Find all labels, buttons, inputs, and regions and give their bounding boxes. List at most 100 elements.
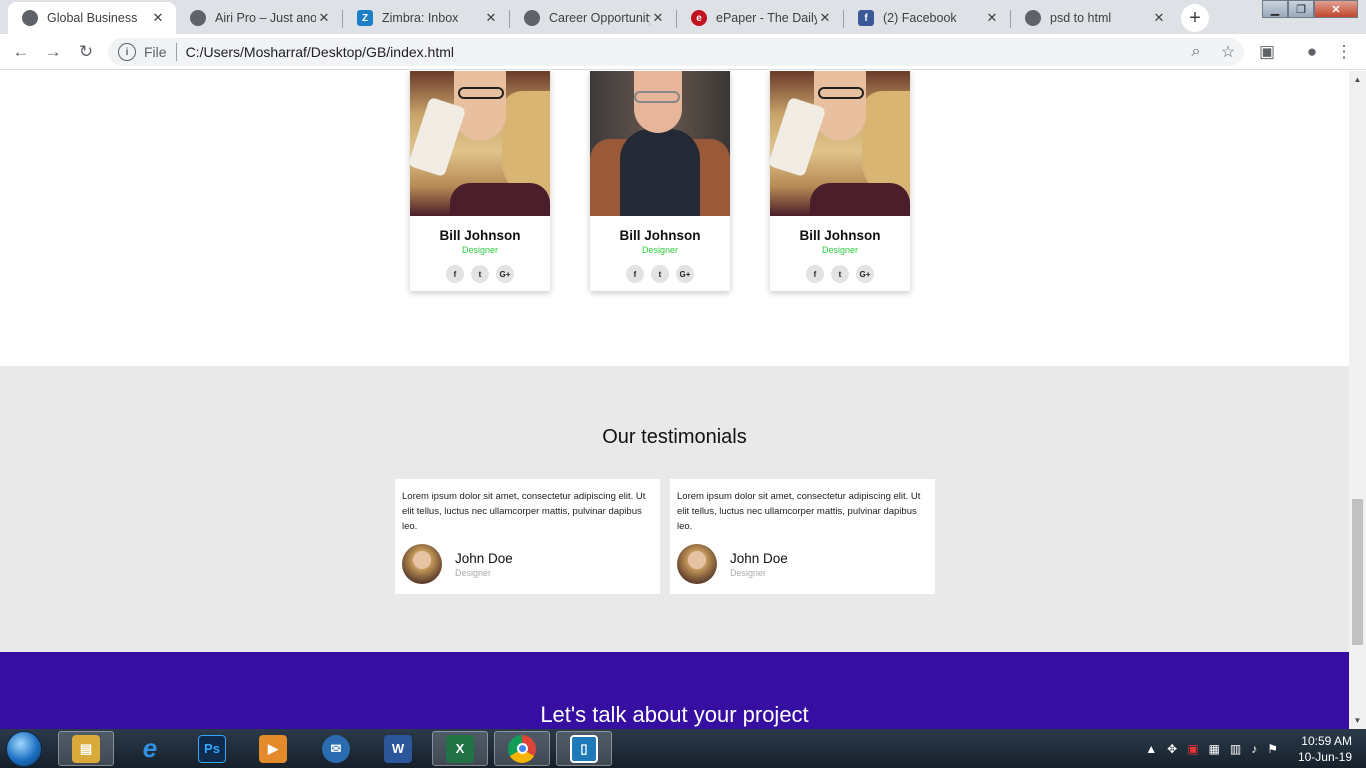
team-member-role: Designer: [641, 245, 679, 255]
twitter-icon[interactable]: t: [831, 265, 849, 283]
tab-airi-pro[interactable]: Airi Pro – Just anoth ✕: [176, 2, 342, 34]
globe-icon: [22, 10, 38, 26]
twitter-icon[interactable]: t: [651, 265, 669, 283]
twitter-icon[interactable]: t: [471, 265, 489, 283]
windows-explorer-icon[interactable]: ▤: [58, 731, 114, 766]
close-tab-icon[interactable]: ✕: [650, 10, 666, 26]
facebook-icon[interactable]: f: [626, 265, 644, 283]
page-scrollbar[interactable]: ▲ ▼: [1349, 71, 1366, 729]
window-controls: ▁ ❐ ✕: [1262, 0, 1358, 18]
avatar: [677, 544, 717, 584]
scrollbar-thumb[interactable]: [1352, 499, 1363, 645]
tab-psd-to-html[interactable]: psd to html ✕: [1011, 2, 1177, 34]
tab-title: psd to html: [1050, 11, 1112, 25]
photoshop-icon[interactable]: Ps: [184, 731, 240, 766]
tab-title: Global Business: [47, 11, 138, 25]
facebook-icon[interactable]: f: [806, 265, 824, 283]
close-tab-icon[interactable]: ✕: [984, 10, 1000, 26]
testimonial-author: John Doe Designer: [677, 544, 788, 584]
minimize-button[interactable]: ▁: [1262, 0, 1288, 18]
avatar: [402, 544, 442, 584]
back-arrow-icon[interactable]: ←: [9, 40, 33, 64]
forward-arrow-icon[interactable]: →: [41, 40, 65, 64]
tab-zimbra[interactable]: Z Zimbra: Inbox ✕: [343, 2, 509, 34]
social-links: f t G+: [410, 265, 550, 283]
zimbra-icon: Z: [357, 10, 373, 26]
epaper-icon: e: [691, 10, 707, 26]
globe-icon: [524, 10, 540, 26]
word-icon[interactable]: W: [370, 731, 426, 766]
team-card: Bill Johnson Designer f t G+: [410, 71, 550, 291]
reload-icon[interactable]: ↻: [74, 40, 98, 64]
action-center-flag-icon[interactable]: ⚑: [1267, 742, 1278, 756]
adobe-icon[interactable]: ▣: [1187, 742, 1198, 756]
facebook-icon[interactable]: f: [446, 265, 464, 283]
new-tab-button[interactable]: +: [1181, 4, 1209, 32]
team-member-role: Designer: [821, 245, 859, 255]
internet-explorer-icon[interactable]: e: [122, 731, 178, 766]
tab-title: ePaper - The Daily: [716, 11, 817, 25]
globe-icon: [190, 10, 206, 26]
testimonial-card: Lorem ipsum dolor sit amet, consectetur …: [395, 479, 660, 594]
close-tab-icon[interactable]: ✕: [483, 10, 499, 26]
cta-section: Let's talk about your project: [0, 652, 1349, 729]
testimonial-author: John Doe Designer: [402, 544, 513, 584]
testimonial-text: Lorem ipsum dolor sit amet, consectetur …: [402, 491, 646, 532]
chrome-icon[interactable]: [494, 731, 550, 766]
tab-title: (2) Facebook: [883, 11, 957, 25]
maximize-button[interactable]: ❐: [1288, 0, 1314, 18]
scroll-down-arrow-icon[interactable]: ▼: [1349, 712, 1366, 729]
team-photo: [590, 71, 730, 216]
excel-icon[interactable]: X: [432, 731, 488, 766]
url-text[interactable]: C:/Users/Mosharraf/Desktop/GB/index.html: [186, 44, 1180, 60]
google-plus-icon[interactable]: G+: [856, 265, 874, 283]
menu-kebab-icon[interactable]: ⋮: [1332, 40, 1356, 64]
author-role: Designer: [730, 567, 767, 578]
address-separator: [175, 43, 177, 61]
thunderbird-icon[interactable]: ✉: [308, 731, 364, 766]
pdf-extension-icon[interactable]: ▣: [1255, 40, 1279, 64]
network-icon[interactable]: ▦: [1209, 742, 1220, 756]
frame-app-icon[interactable]: ▯: [556, 731, 612, 766]
clock-date: 10-Jun-19: [1297, 750, 1352, 764]
close-tab-icon[interactable]: ✕: [1151, 10, 1167, 26]
media-player-icon[interactable]: ▶: [245, 731, 301, 766]
address-bar[interactable]: i File C:/Users/Mosharraf/Desktop/GB/ind…: [108, 38, 1244, 66]
author-name: John Doe: [730, 550, 788, 566]
tray-expand-icon[interactable]: ▲: [1145, 742, 1157, 756]
close-window-button[interactable]: ✕: [1314, 0, 1358, 18]
team-member-role: Designer: [461, 245, 499, 255]
tab-title: Career Opportunity: [549, 11, 650, 25]
social-links: f t G+: [590, 265, 730, 283]
scroll-up-arrow-icon[interactable]: ▲: [1349, 71, 1366, 88]
usb-icon[interactable]: ▥: [1230, 742, 1241, 756]
testimonial-text: Lorem ipsum dolor sit amet, consectetur …: [677, 491, 921, 532]
taskbar-clock[interactable]: 10:59 AM 10-Jun-19: [1282, 733, 1352, 765]
tab-epaper[interactable]: e ePaper - The Daily ✕: [677, 2, 843, 34]
start-button[interactable]: [6, 731, 42, 767]
volume-icon[interactable]: ♪: [1251, 742, 1257, 756]
team-card: Bill Johnson Designer f t G+: [770, 71, 910, 291]
cta-heading: Let's talk about your project: [540, 702, 809, 727]
browser-tabstrip: Global Business ✕ Airi Pro – Just anoth …: [0, 0, 1366, 34]
tab-facebook[interactable]: f (2) Facebook ✕: [844, 2, 1010, 34]
testimonials-section: Our testimonials Lorem ipsum dolor sit a…: [0, 366, 1349, 652]
tab-title: Airi Pro – Just anoth: [215, 11, 316, 25]
testimonials-heading: Our testimonials: [602, 426, 747, 448]
clock-time: 10:59 AM: [1301, 734, 1352, 748]
close-tab-icon[interactable]: ✕: [316, 10, 332, 26]
author-role: Designer: [455, 567, 492, 578]
zoom-icon[interactable]: ⌕: [1180, 43, 1212, 61]
google-plus-icon[interactable]: G+: [676, 265, 694, 283]
tab-global-business[interactable]: Global Business ✕: [8, 2, 176, 34]
info-icon[interactable]: i: [118, 43, 136, 61]
google-plus-icon[interactable]: G+: [496, 265, 514, 283]
browser-toolbar: ← → ↻ i File C:/Users/Mosharraf/Desktop/…: [0, 34, 1366, 70]
close-tab-icon[interactable]: ✕: [150, 10, 166, 26]
url-scheme: File: [144, 44, 167, 60]
close-tab-icon[interactable]: ✕: [817, 10, 833, 26]
profile-icon[interactable]: ●: [1300, 40, 1324, 64]
bookmark-star-icon[interactable]: ☆: [1212, 42, 1244, 62]
dropbox-icon[interactable]: ✥: [1167, 742, 1177, 756]
tab-career-opportunity[interactable]: Career Opportunity ✕: [510, 2, 676, 34]
